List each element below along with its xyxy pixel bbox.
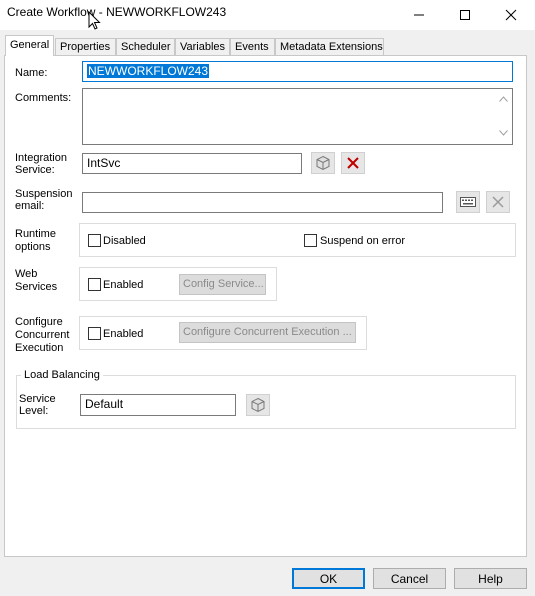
tab-events[interactable]: Events	[230, 38, 275, 55]
window-title: Create Workflow - NEWWORKFLOW243	[7, 5, 227, 19]
integration-service-label-1: Integration	[15, 152, 67, 164]
suspension-email-input[interactable]	[82, 192, 443, 213]
ok-button[interactable]: OK	[292, 568, 365, 589]
cancel-button[interactable]: Cancel	[373, 568, 446, 589]
suspend-on-error-checkbox[interactable]	[304, 234, 317, 247]
suspension-email-label-2: email:	[15, 200, 45, 212]
service-level-label-1: Service	[19, 393, 56, 405]
concurrent-enabled-label: Enabled	[103, 328, 144, 340]
tab-variables[interactable]: Variables	[175, 38, 230, 55]
configure-concurrent-label-2: Concurrent	[15, 329, 70, 341]
web-services-label-2: Services	[15, 281, 58, 293]
maximize-button[interactable]	[442, 0, 488, 30]
close-icon	[505, 9, 517, 21]
web-services-label-1: Web	[15, 268, 38, 280]
comments-label: Comments:	[15, 92, 72, 104]
comments-textarea[interactable]	[82, 88, 513, 145]
web-services-enabled-label: Enabled	[103, 279, 144, 291]
integration-service-input[interactable]: IntSvc	[82, 153, 302, 174]
browse-integration-service-button[interactable]	[311, 152, 335, 174]
suspension-email-label-1: Suspension	[15, 188, 73, 200]
suspend-on-error-label: Suspend on error	[320, 235, 405, 247]
configure-concurrent-execution-button[interactable]: Configure Concurrent Execution ...	[179, 322, 356, 343]
cube-icon	[251, 397, 265, 413]
minimize-icon	[414, 14, 424, 16]
close-button[interactable]	[488, 0, 534, 30]
clear-email-button[interactable]	[486, 191, 510, 213]
concurrent-enabled-checkbox[interactable]	[88, 327, 101, 340]
integration-service-value: IntSvc	[87, 156, 121, 170]
integration-service-label-2: Service:	[15, 164, 55, 176]
delete-icon	[347, 157, 359, 169]
runtime-options-label-2: options	[15, 241, 51, 253]
config-service-button[interactable]: Config Service...	[179, 274, 266, 295]
name-input[interactable]: NEWWORKFLOW243	[82, 61, 513, 82]
cube-icon	[316, 155, 330, 171]
disabled-checkbox[interactable]	[88, 234, 101, 247]
load-balancing-label: Load Balancing	[21, 369, 103, 381]
disabled-checkbox-label: Disabled	[103, 235, 146, 247]
service-level-input[interactable]: Default	[80, 394, 236, 416]
delete-icon	[492, 196, 504, 208]
minimize-button[interactable]	[396, 0, 442, 30]
tab-scheduler[interactable]: Scheduler	[116, 38, 175, 55]
configure-concurrent-label-3: Execution	[15, 342, 64, 354]
scroll-up-icon[interactable]	[499, 96, 508, 102]
keyboard-icon	[460, 197, 476, 207]
mouse-cursor-icon	[88, 11, 101, 30]
tab-properties[interactable]: Properties	[55, 38, 116, 55]
edit-email-button[interactable]	[456, 191, 480, 213]
tab-general[interactable]: General	[5, 35, 54, 56]
service-level-label-2: Level:	[19, 405, 49, 417]
help-button[interactable]: Help	[454, 568, 527, 589]
configure-concurrent-label-1: Configure	[15, 316, 63, 328]
clear-integration-service-button[interactable]	[341, 152, 365, 174]
name-value: NEWWORKFLOW243	[87, 64, 210, 78]
runtime-options-label-1: Runtime	[15, 228, 56, 240]
service-level-value: Default	[85, 397, 124, 411]
scroll-down-icon[interactable]	[499, 130, 508, 136]
web-services-enabled-checkbox[interactable]	[88, 278, 101, 291]
tab-metadata-extensions[interactable]: Metadata Extensions	[275, 38, 384, 55]
maximize-icon	[460, 10, 470, 20]
browse-service-level-button[interactable]	[246, 394, 270, 416]
name-label: Name:	[15, 67, 48, 79]
